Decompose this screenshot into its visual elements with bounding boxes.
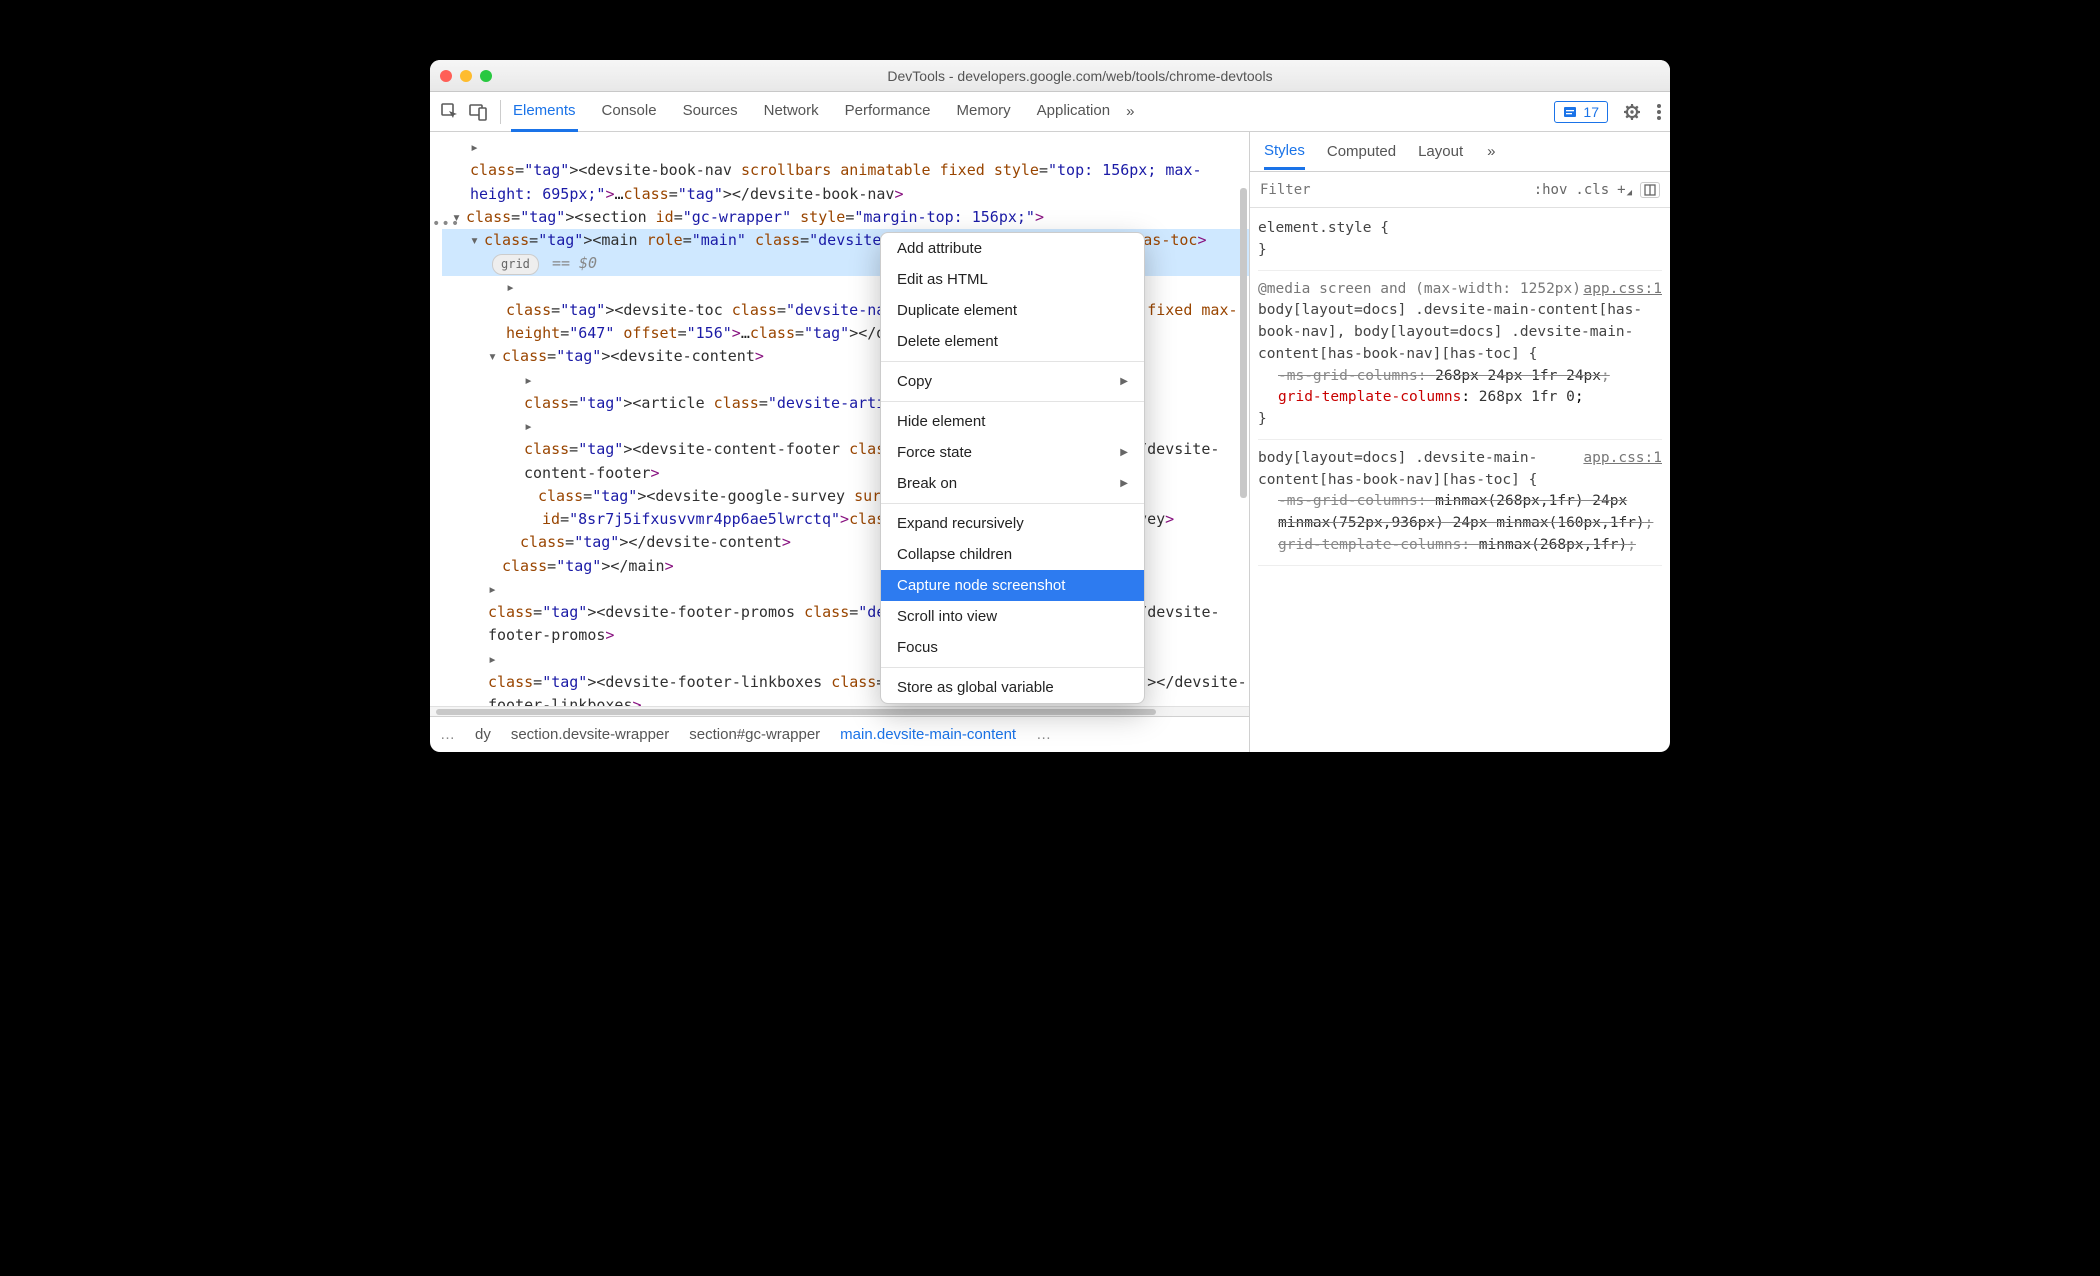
sidebar-tabs: Styles Computed Layout » bbox=[1250, 132, 1670, 172]
tabs-overflow-icon[interactable]: » bbox=[1126, 103, 1134, 120]
vertical-scrollbar[interactable] bbox=[1239, 132, 1247, 752]
styles-rules[interactable]: element.style {}app.css:1@media screen a… bbox=[1250, 208, 1670, 752]
horizontal-scrollbar[interactable] bbox=[430, 706, 1249, 716]
breadcrumb-item[interactable]: section.devsite-wrapper bbox=[511, 726, 669, 743]
menu-separator bbox=[881, 503, 1144, 504]
menu-item[interactable]: Focus bbox=[881, 632, 1144, 663]
device-toggle-icon[interactable] bbox=[466, 100, 490, 124]
menu-item[interactable]: Edit as HTML bbox=[881, 264, 1144, 295]
gear-icon[interactable] bbox=[1622, 102, 1642, 122]
menu-item[interactable]: Capture node screenshot bbox=[881, 570, 1144, 601]
menu-separator bbox=[881, 401, 1144, 402]
kebab-menu-icon[interactable] bbox=[1656, 102, 1662, 122]
maximize-icon[interactable] bbox=[480, 70, 492, 82]
menu-item[interactable]: Hide element bbox=[881, 406, 1144, 437]
menu-item[interactable]: Delete element bbox=[881, 326, 1144, 357]
menu-item[interactable]: Copy bbox=[881, 366, 1144, 397]
crumbs-overflow-left[interactable]: … bbox=[440, 726, 455, 743]
menu-item[interactable]: Duplicate element bbox=[881, 295, 1144, 326]
menu-separator bbox=[881, 361, 1144, 362]
close-icon[interactable] bbox=[440, 70, 452, 82]
menu-item[interactable]: Break on bbox=[881, 468, 1144, 499]
class-toggle[interactable]: .cls bbox=[1575, 182, 1609, 198]
grid-chip[interactable]: grid bbox=[492, 254, 539, 275]
menu-item[interactable]: Add attribute bbox=[881, 233, 1144, 264]
source-link[interactable]: app.css:1 bbox=[1583, 279, 1662, 301]
main-toolbar: Elements Console Sources Network Perform… bbox=[430, 92, 1670, 132]
tab-layout[interactable]: Layout bbox=[1418, 143, 1463, 160]
tab-sources[interactable]: Sources bbox=[681, 92, 740, 132]
minimize-icon[interactable] bbox=[460, 70, 472, 82]
errors-count: 17 bbox=[1583, 104, 1599, 120]
sidebar-tabs-overflow[interactable]: » bbox=[1487, 143, 1495, 160]
elements-panel: ••• class="tag"><devsite-book-nav scroll… bbox=[430, 132, 1250, 752]
tab-elements[interactable]: Elements bbox=[511, 92, 578, 132]
css-rule[interactable]: element.style {} bbox=[1258, 214, 1662, 271]
devtools-window: DevTools - developers.google.com/web/too… bbox=[430, 60, 1670, 752]
window-title: DevTools - developers.google.com/web/too… bbox=[500, 68, 1660, 84]
styles-filter-input[interactable] bbox=[1260, 182, 1526, 198]
menu-item[interactable]: Store as global variable bbox=[881, 672, 1144, 703]
gutter-marker-icon: ••• bbox=[432, 214, 460, 236]
tab-computed[interactable]: Computed bbox=[1327, 143, 1396, 160]
separator bbox=[500, 100, 501, 124]
toolbar-right: 17 bbox=[1554, 101, 1662, 123]
panel-body: ••• class="tag"><devsite-book-nav scroll… bbox=[430, 132, 1670, 752]
toggle-rendering-icon[interactable] bbox=[1640, 182, 1660, 198]
breadcrumb-partial[interactable]: dy bbox=[475, 726, 491, 743]
menu-item[interactable]: Expand recursively bbox=[881, 508, 1144, 539]
css-rule[interactable]: app.css:1body[layout=docs] .devsite-main… bbox=[1258, 444, 1662, 566]
breadcrumb-item-active[interactable]: main.devsite-main-content bbox=[840, 726, 1016, 743]
inspect-element-icon[interactable] bbox=[438, 100, 462, 124]
new-rule-button[interactable]: +◢ bbox=[1617, 182, 1632, 198]
menu-item[interactable]: Scroll into view bbox=[881, 601, 1144, 632]
panel-tabs: Elements Console Sources Network Perform… bbox=[511, 92, 1112, 132]
dom-node[interactable]: class="tag"><devsite-book-nav scrollbars… bbox=[442, 136, 1249, 206]
styles-panel: Styles Computed Layout » :hov .cls +◢ el… bbox=[1250, 132, 1670, 752]
tab-styles[interactable]: Styles bbox=[1264, 133, 1305, 170]
titlebar: DevTools - developers.google.com/web/too… bbox=[430, 60, 1670, 92]
hover-toggle[interactable]: :hov bbox=[1534, 182, 1568, 198]
tab-console[interactable]: Console bbox=[600, 92, 659, 132]
menu-item[interactable]: Collapse children bbox=[881, 539, 1144, 570]
css-rule[interactable]: app.css:1@media screen and (max-width: 1… bbox=[1258, 275, 1662, 440]
source-link[interactable]: app.css:1 bbox=[1583, 448, 1662, 470]
tab-application[interactable]: Application bbox=[1035, 92, 1112, 132]
dom-node[interactable]: class="tag"><section id="gc-wrapper" sty… bbox=[442, 206, 1249, 229]
styles-filter-row: :hov .cls +◢ bbox=[1250, 172, 1670, 208]
errors-badge[interactable]: 17 bbox=[1554, 101, 1608, 123]
tab-memory[interactable]: Memory bbox=[955, 92, 1013, 132]
context-menu: Add attributeEdit as HTMLDuplicate eleme… bbox=[880, 232, 1145, 704]
tab-network[interactable]: Network bbox=[762, 92, 821, 132]
breadcrumb-item[interactable]: section#gc-wrapper bbox=[689, 726, 820, 743]
menu-item[interactable]: Force state bbox=[881, 437, 1144, 468]
breadcrumb: … dy section.devsite-wrapper section#gc-… bbox=[430, 716, 1249, 752]
menu-separator bbox=[881, 667, 1144, 668]
crumbs-overflow-right[interactable]: … bbox=[1036, 726, 1051, 743]
traffic-lights bbox=[440, 70, 492, 82]
tab-performance[interactable]: Performance bbox=[843, 92, 933, 132]
